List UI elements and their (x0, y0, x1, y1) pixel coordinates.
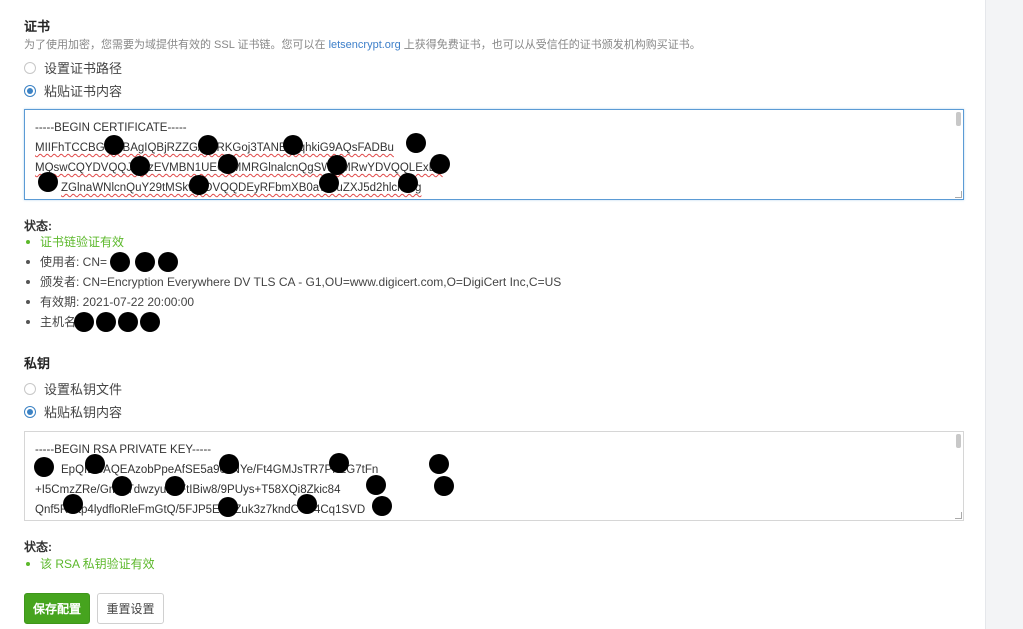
certificate-description: 为了使用加密，您需要为域提供有效的 SSL 证书链。您可以在 letsencry… (24, 36, 701, 52)
redaction-dot (372, 496, 392, 516)
redaction-dot (74, 312, 94, 332)
redaction-dot (297, 494, 317, 514)
private-key-status-list: 该 RSA 私钥验证有效 (24, 554, 155, 574)
radio-paste-key-label: 粘贴私钥内容 (44, 405, 123, 420)
save-config-button[interactable]: 保存配置 (24, 593, 90, 624)
redaction-dot (96, 312, 116, 332)
redaction-dot (112, 476, 132, 496)
redaction-dot (283, 135, 303, 155)
cert-line: -----BEGIN CERTIFICATE----- (35, 122, 187, 134)
radio-set-cert-path-label: 设置证书路径 (44, 61, 123, 76)
redaction-dot (429, 454, 449, 474)
key-line: Qnf5Rt5tp4lydfloRleFmGtQ/5FJP5ETPZuk3z7k… (35, 504, 366, 516)
radio-unchecked-icon[interactable] (24, 382, 36, 395)
redaction-dot (85, 454, 105, 474)
redaction-dot (63, 494, 83, 514)
description-text-before: 为了使用加密，您需要为域提供有效的 SSL 证书链。您可以在 (24, 39, 329, 51)
radio-set-key-file-label: 设置私钥文件 (44, 382, 123, 397)
redaction-dot (158, 252, 178, 272)
cert-line: MIIFhTCCBGuwIBAgIQBjRZZG/wTRKGoj3TANBgkq… (35, 138, 953, 158)
redaction-dot (219, 454, 239, 474)
redaction-dot (34, 457, 54, 477)
redaction-dot (135, 252, 155, 272)
cert-line: ZGlnaWNlcnQuY29tMSkwYDVQQDEyRFbmXB0aW9uZ… (35, 178, 953, 198)
redaction-dot (38, 172, 58, 192)
cert-line-text: ZGlnaWNlcnQuY29tMSkwYDVQQDEyRFbmXB0aW9uZ… (61, 182, 422, 194)
private-key-status-label: 状态: (24, 540, 52, 554)
textarea-scrollbar[interactable] (956, 434, 961, 448)
redaction-dot (130, 156, 150, 176)
reset-settings-button[interactable]: 重置设置 (97, 593, 164, 624)
status-item: 使用者: CN= (24, 252, 561, 272)
radio-checked-icon[interactable] (24, 405, 36, 418)
redaction-dot (218, 497, 238, 517)
redaction-dot (198, 135, 218, 155)
radio-unchecked-icon[interactable] (24, 61, 36, 74)
redaction-dot (319, 173, 339, 193)
description-text-after: 上获得免费证书，也可以从受信任的证书颁发机构购买证书。 (400, 39, 701, 51)
redaction-dot (398, 173, 418, 193)
certificate-section-title: 证书 (24, 19, 51, 34)
key-line: -----BEGIN RSA PRIVATE KEY----- (35, 444, 212, 456)
cert-line-text: MQswCQYDVQQJVUzEVMBN1UEChMMRGlnalcnQgSW5… (35, 162, 443, 174)
redaction-dot (118, 312, 138, 332)
status-item: 有效期: 2021-07-22 20:00:00 (24, 292, 561, 312)
redaction-dot (406, 133, 426, 153)
redaction-dot (104, 135, 124, 155)
redaction-dot (140, 312, 160, 332)
status-item: 该 RSA 私钥验证有效 (24, 554, 155, 574)
private-key-section-title: 私钥 (24, 356, 51, 371)
redaction-dot (434, 476, 454, 496)
radio-paste-key[interactable]: 粘贴私钥内容 (24, 402, 122, 421)
certificate-textarea[interactable]: -----BEGIN CERTIFICATE----- MIIFhTCCBGuw… (24, 109, 964, 200)
settings-panel: 证书 为了使用加密，您需要为域提供有效的 SSL 证书链。您可以在 letsen… (0, 0, 986, 629)
redaction-dot (327, 155, 347, 175)
redaction-dot (430, 154, 450, 174)
cert-line: MQswCQYDVQQJVUzEVMBN1UEChMMRGlnalcnQgSW5… (35, 158, 953, 178)
textarea-scrollbar[interactable] (956, 112, 961, 126)
redaction-dot (366, 475, 386, 495)
redaction-dot (165, 476, 185, 496)
status-item: 颁发者: CN=Encryption Everywhere DV TLS CA … (24, 272, 561, 292)
radio-paste-cert[interactable]: 粘贴证书内容 (24, 81, 122, 100)
resize-handle[interactable] (955, 512, 962, 519)
radio-set-cert-path[interactable]: 设置证书路径 (24, 58, 122, 77)
radio-paste-cert-label: 粘贴证书内容 (44, 84, 123, 99)
status-item: 证书链验证有效 (24, 232, 561, 252)
letsencrypt-link[interactable]: letsencrypt.org (329, 39, 401, 51)
redaction-dot (110, 252, 130, 272)
radio-set-key-file[interactable]: 设置私钥文件 (24, 379, 122, 398)
redaction-dot (189, 175, 209, 195)
private-key-textarea[interactable]: -----BEGIN RSA PRIVATE KEY----- EpQIBCAQ… (24, 431, 964, 521)
redaction-dot (329, 453, 349, 473)
radio-checked-icon[interactable] (24, 84, 36, 97)
redaction-dot (218, 154, 238, 174)
resize-handle[interactable] (955, 191, 962, 198)
